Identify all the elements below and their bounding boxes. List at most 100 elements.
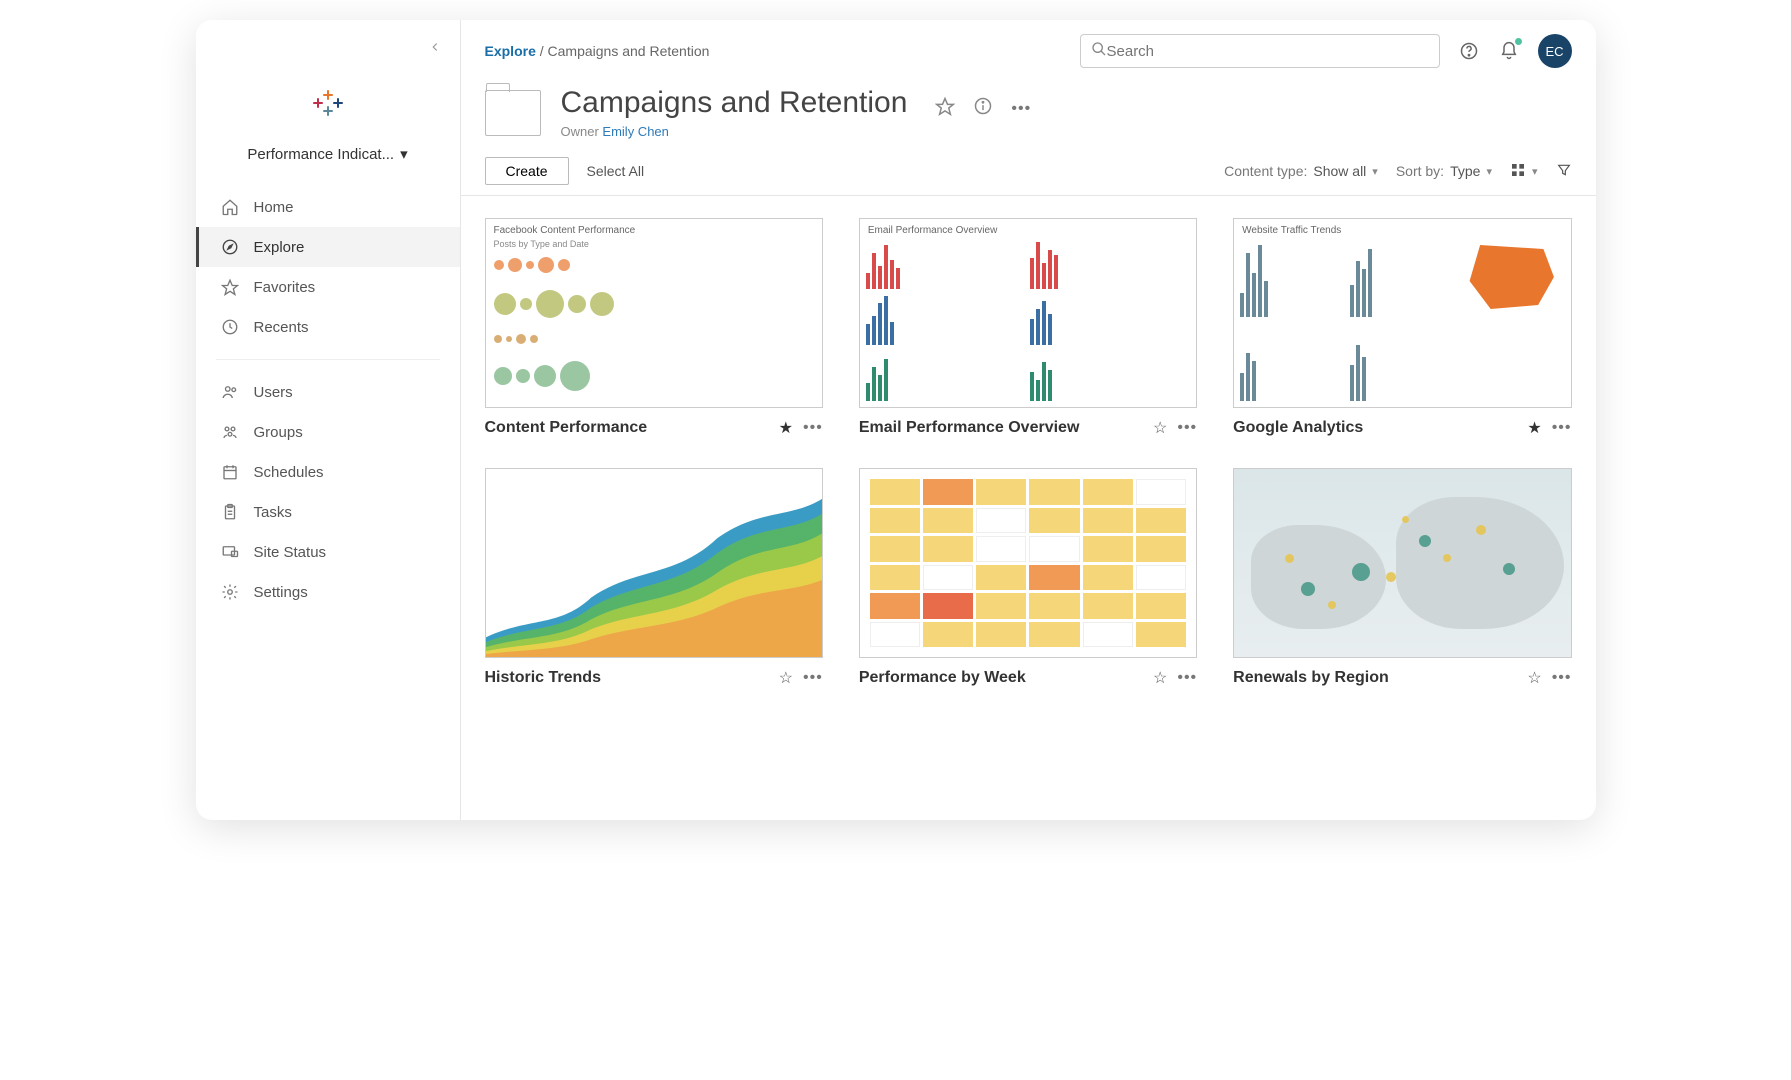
favorite-button[interactable]: ★ xyxy=(1527,418,1541,438)
workbook-card[interactable]: Website Traffic Trends Google Analytics … xyxy=(1233,218,1571,438)
site-selector[interactable]: Performance Indicat... ▾ xyxy=(196,145,460,163)
nav-label: Favorites xyxy=(254,279,316,296)
bubble-chart-icon xyxy=(494,249,814,399)
collapse-sidebar-button[interactable] xyxy=(422,32,448,65)
chevron-down-icon: ▾ xyxy=(1486,165,1492,178)
nav-label: Recents xyxy=(254,319,309,336)
filter-button[interactable] xyxy=(1556,162,1572,181)
site-name: Performance Indicat... xyxy=(247,146,394,163)
nav-tasks[interactable]: Tasks xyxy=(196,492,460,532)
thumb-title: Email Performance Overview xyxy=(868,225,997,236)
bar-chart-grid-icon xyxy=(866,237,1190,401)
nav-label: Settings xyxy=(254,584,308,601)
card-more-button[interactable]: ••• xyxy=(803,669,823,687)
select-all-button[interactable]: Select All xyxy=(587,163,645,179)
area-chart-icon xyxy=(486,469,822,657)
nav-label: Groups xyxy=(254,424,303,441)
content-type-value: Show all xyxy=(1313,163,1366,179)
title-actions: ••• xyxy=(935,96,1031,121)
nav-settings[interactable]: Settings xyxy=(196,572,460,612)
nav-label: Site Status xyxy=(254,544,327,561)
map-chart-icon xyxy=(1234,469,1570,657)
favorite-button[interactable]: ☆ xyxy=(1527,668,1541,688)
nav-schedules[interactable]: Schedules xyxy=(196,452,460,492)
content-type-label: Content type: xyxy=(1224,163,1307,179)
nav-favorites[interactable]: Favorites xyxy=(196,267,460,307)
card-more-button[interactable]: ••• xyxy=(1552,669,1572,687)
search-icon xyxy=(1091,41,1107,62)
card-more-button[interactable]: ••• xyxy=(803,419,823,437)
folder-icon xyxy=(485,90,541,136)
heatmap-icon xyxy=(870,479,1186,647)
help-button[interactable] xyxy=(1458,40,1480,62)
nav-label: Schedules xyxy=(254,464,324,481)
owner-link[interactable]: Emily Chen xyxy=(602,124,668,139)
thumbnail: Facebook Content Performance Posts by Ty… xyxy=(485,218,823,408)
nav-primary: Home Explore Favorites Recents xyxy=(196,187,460,347)
nav-label: Explore xyxy=(254,239,305,256)
monitor-icon xyxy=(220,542,240,562)
nav-separator xyxy=(216,359,440,360)
nav-label: Home xyxy=(254,199,294,216)
thumbnail: Email Performance Overview xyxy=(859,218,1197,408)
thumbnail: Website Traffic Trends xyxy=(1233,218,1571,408)
favorite-button[interactable]: ☆ xyxy=(1153,668,1167,688)
card-title: Google Analytics xyxy=(1233,419,1517,437)
chevron-down-icon: ▾ xyxy=(1372,165,1378,178)
grid-icon xyxy=(1510,162,1526,181)
breadcrumb-root[interactable]: Explore xyxy=(485,43,536,59)
card-more-button[interactable]: ••• xyxy=(1177,419,1197,437)
tableau-logo-icon xyxy=(310,85,346,121)
breadcrumb: Explore / Campaigns and Retention xyxy=(485,43,710,59)
workbook-card[interactable]: Facebook Content Performance Posts by Ty… xyxy=(485,218,823,438)
user-avatar[interactable]: EC xyxy=(1538,34,1572,68)
users-icon xyxy=(220,382,240,402)
nav-users[interactable]: Users xyxy=(196,372,460,412)
sort-by-select[interactable]: Sort by: Type ▾ xyxy=(1396,163,1492,179)
owner-label: Owner xyxy=(561,124,599,139)
workbook-card[interactable]: Historic Trends ☆ ••• xyxy=(485,468,823,688)
compass-icon xyxy=(220,237,240,257)
nav-recents[interactable]: Recents xyxy=(196,307,460,347)
sidebar: Performance Indicat... ▾ Home Explore Fa… xyxy=(196,20,461,820)
search-input[interactable] xyxy=(1107,43,1429,60)
thumb-title: Website Traffic Trends xyxy=(1242,225,1341,236)
favorite-button[interactable]: ☆ xyxy=(779,668,793,688)
sort-by-value: Type xyxy=(1450,163,1480,179)
caret-down-icon: ▾ xyxy=(400,145,408,163)
site-logo xyxy=(196,85,460,121)
favorite-folder-button[interactable] xyxy=(935,96,955,121)
calendar-icon xyxy=(220,462,240,482)
workbook-card[interactable]: Performance by Week ☆ ••• xyxy=(859,468,1197,688)
favorite-button[interactable]: ★ xyxy=(779,418,793,438)
nav-label: Users xyxy=(254,384,293,401)
workbook-card[interactable]: Email Performance Overview Email Perform… xyxy=(859,218,1197,438)
notifications-button[interactable] xyxy=(1498,40,1520,62)
nav-site-status[interactable]: Site Status xyxy=(196,532,460,572)
nav-explore[interactable]: Explore xyxy=(196,227,460,267)
card-more-button[interactable]: ••• xyxy=(1177,669,1197,687)
nav-home[interactable]: Home xyxy=(196,187,460,227)
view-mode-button[interactable]: ▾ xyxy=(1510,162,1538,181)
card-title: Historic Trends xyxy=(485,669,769,687)
create-button[interactable]: Create xyxy=(485,157,569,185)
breadcrumb-sep: / xyxy=(540,43,548,59)
nav-secondary: Users Groups Schedules Tasks Site Status… xyxy=(196,372,460,612)
groups-icon xyxy=(220,422,240,442)
breadcrumb-current: Campaigns and Retention xyxy=(548,43,710,59)
content-type-select[interactable]: Content type: Show all ▾ xyxy=(1224,163,1378,179)
folder-more-button[interactable]: ••• xyxy=(1011,100,1031,118)
thumb-title: Facebook Content Performance xyxy=(494,225,636,236)
page-header: Campaigns and Retention Owner Emily Chen… xyxy=(461,68,1596,153)
info-button[interactable] xyxy=(973,96,993,121)
gear-icon xyxy=(220,582,240,602)
nav-label: Tasks xyxy=(254,504,292,521)
sort-by-label: Sort by: xyxy=(1396,163,1444,179)
page-title: Campaigns and Retention xyxy=(561,86,908,120)
home-icon xyxy=(220,197,240,217)
card-more-button[interactable]: ••• xyxy=(1552,419,1572,437)
nav-groups[interactable]: Groups xyxy=(196,412,460,452)
favorite-button[interactable]: ☆ xyxy=(1153,418,1167,438)
workbook-card[interactable]: Renewal Rate xyxy=(1233,468,1571,688)
search-field[interactable] xyxy=(1080,34,1440,68)
